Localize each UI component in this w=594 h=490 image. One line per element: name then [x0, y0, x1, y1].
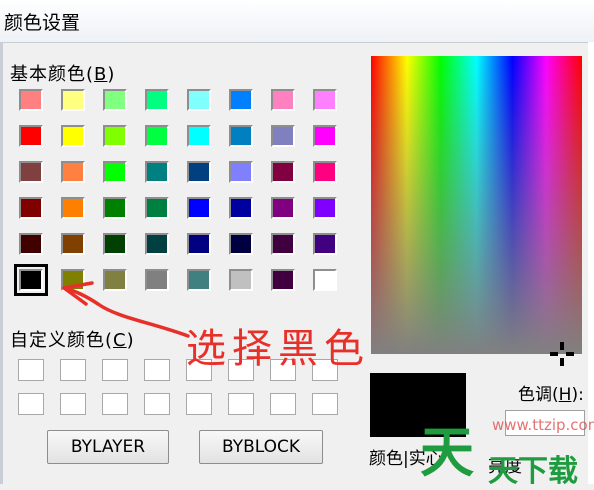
watermark-text: 天下载 [488, 454, 578, 489]
watermark-logo: 天 [420, 421, 474, 484]
annotation-text: 选择黑色 [186, 326, 370, 372]
watermark-url: www.ttzip.com [492, 416, 594, 434]
annotation-arrow-icon [62, 281, 190, 338]
